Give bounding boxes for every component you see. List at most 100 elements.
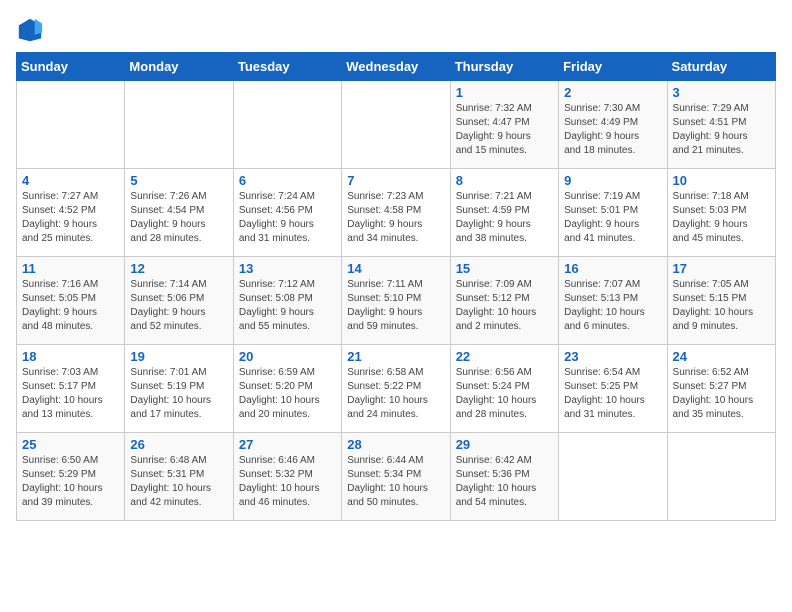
calendar-week-row: 25Sunrise: 6:50 AMSunset: 5:29 PMDayligh…: [17, 433, 776, 521]
calendar-cell: 11 Sunrise: 7:16 AMSunset: 5:05 PMDayligh…: [17, 257, 125, 345]
calendar-cell: 24 Sunrise: 6:52 AMSunset: 5:27 PMDayligh…: [667, 345, 775, 433]
day-info: Sunrise: 7:26 AMSunset: 4:54 PMDaylight:…: [130, 190, 227, 246]
day-number: 14: [347, 261, 444, 276]
day-info: Sunrise: 7:05 AMSunset: 5:15 PMDaylight:…: [673, 278, 770, 334]
day-of-week-header: Sunday: [17, 53, 125, 81]
calendar-week-row: 11 Sunrise: 7:16 AMSunset: 5:05 PMDayligh…: [17, 257, 776, 345]
calendar-cell: [559, 433, 667, 521]
day-info: Sunrise: 7:09 AMSunset: 5:12 PMDaylight:…: [456, 278, 553, 334]
day-info: Sunrise: 7:03 AMSunset: 5:17 PMDaylight:…: [22, 366, 119, 422]
calendar-cell: 5 Sunrise: 7:26 AMSunset: 4:54 PMDaylight…: [125, 169, 233, 257]
day-number: 23: [564, 349, 661, 364]
day-number: 16: [564, 261, 661, 276]
calendar-header: SundayMondayTuesdayWednesdayThursdayFrid…: [17, 53, 776, 81]
day-number: 25: [22, 437, 119, 452]
calendar-week-row: 4 Sunrise: 7:27 AMSunset: 4:52 PMDaylight…: [17, 169, 776, 257]
day-info: Sunrise: 7:14 AMSunset: 5:06 PMDaylight:…: [130, 278, 227, 334]
calendar-table: SundayMondayTuesdayWednesdayThursdayFrid…: [16, 52, 776, 521]
day-number: 17: [673, 261, 770, 276]
calendar-cell: 19Sunrise: 7:01 AMSunset: 5:19 PMDayligh…: [125, 345, 233, 433]
calendar-cell: 2Sunrise: 7:30 AMSunset: 4:49 PMDaylight…: [559, 81, 667, 169]
calendar-cell: 20 Sunrise: 6:59 AMSunset: 5:20 PMDayligh…: [233, 345, 341, 433]
calendar-cell: 13 Sunrise: 7:12 AMSunset: 5:08 PMDayligh…: [233, 257, 341, 345]
calendar-cell: 18 Sunrise: 7:03 AMSunset: 5:17 PMDayligh…: [17, 345, 125, 433]
day-number: 28: [347, 437, 444, 452]
calendar-cell: [667, 433, 775, 521]
day-number: 24: [673, 349, 770, 364]
day-number: 22: [456, 349, 553, 364]
day-info: Sunrise: 6:52 AMSunset: 5:27 PMDaylight:…: [673, 366, 770, 422]
calendar-cell: 8Sunrise: 7:21 AMSunset: 4:59 PMDaylight…: [450, 169, 558, 257]
day-number: 1: [456, 85, 553, 100]
day-of-week-header: Friday: [559, 53, 667, 81]
calendar-cell: 21 Sunrise: 6:58 AMSunset: 5:22 PMDayligh…: [342, 345, 450, 433]
calendar-week-row: 18 Sunrise: 7:03 AMSunset: 5:17 PMDayligh…: [17, 345, 776, 433]
day-number: 2: [564, 85, 661, 100]
day-of-week-header: Thursday: [450, 53, 558, 81]
day-info: Sunrise: 6:48 AMSunset: 5:31 PMDaylight:…: [130, 454, 227, 510]
day-of-week-header: Tuesday: [233, 53, 341, 81]
calendar-cell: 22 Sunrise: 6:56 AMSunset: 5:24 PMDayligh…: [450, 345, 558, 433]
calendar-cell: 3 Sunrise: 7:29 AMSunset: 4:51 PMDaylight…: [667, 81, 775, 169]
day-of-week-header: Wednesday: [342, 53, 450, 81]
day-number: 8: [456, 173, 553, 188]
calendar-cell: 23Sunrise: 6:54 AMSunset: 5:25 PMDayligh…: [559, 345, 667, 433]
day-info: Sunrise: 6:42 AMSunset: 5:36 PMDaylight:…: [456, 454, 553, 510]
day-number: 6: [239, 173, 336, 188]
logo-icon: [16, 16, 44, 44]
day-number: 11: [22, 261, 119, 276]
logo: [16, 16, 48, 44]
day-info: Sunrise: 7:18 AMSunset: 5:03 PMDaylight:…: [673, 190, 770, 246]
day-number: 12: [130, 261, 227, 276]
day-info: Sunrise: 7:23 AMSunset: 4:58 PMDaylight:…: [347, 190, 444, 246]
day-number: 9: [564, 173, 661, 188]
calendar-body: 1Sunrise: 7:32 AMSunset: 4:47 PMDaylight…: [17, 81, 776, 521]
day-info: Sunrise: 7:07 AMSunset: 5:13 PMDaylight:…: [564, 278, 661, 334]
calendar-week-row: 1Sunrise: 7:32 AMSunset: 4:47 PMDaylight…: [17, 81, 776, 169]
calendar-cell: 27 Sunrise: 6:46 AMSunset: 5:32 PMDayligh…: [233, 433, 341, 521]
calendar-cell: 9 Sunrise: 7:19 AMSunset: 5:01 PMDaylight…: [559, 169, 667, 257]
day-info: Sunrise: 6:46 AMSunset: 5:32 PMDaylight:…: [239, 454, 336, 510]
day-info: Sunrise: 7:16 AMSunset: 5:05 PMDaylight:…: [22, 278, 119, 334]
day-number: 4: [22, 173, 119, 188]
page-header: [16, 16, 776, 44]
day-info: Sunrise: 7:11 AMSunset: 5:10 PMDaylight:…: [347, 278, 444, 334]
calendar-cell: 29 Sunrise: 6:42 AMSunset: 5:36 PMDayligh…: [450, 433, 558, 521]
day-info: Sunrise: 7:19 AMSunset: 5:01 PMDaylight:…: [564, 190, 661, 246]
day-info: Sunrise: 6:56 AMSunset: 5:24 PMDaylight:…: [456, 366, 553, 422]
day-number: 20: [239, 349, 336, 364]
calendar-cell: 1Sunrise: 7:32 AMSunset: 4:47 PMDaylight…: [450, 81, 558, 169]
calendar-cell: [17, 81, 125, 169]
day-info: Sunrise: 6:59 AMSunset: 5:20 PMDaylight:…: [239, 366, 336, 422]
calendar-cell: 28Sunrise: 6:44 AMSunset: 5:34 PMDayligh…: [342, 433, 450, 521]
day-number: 5: [130, 173, 227, 188]
day-number: 19: [130, 349, 227, 364]
day-number: 13: [239, 261, 336, 276]
calendar-cell: 25Sunrise: 6:50 AMSunset: 5:29 PMDayligh…: [17, 433, 125, 521]
day-of-week-header: Saturday: [667, 53, 775, 81]
day-of-week-header: Monday: [125, 53, 233, 81]
day-number: 18: [22, 349, 119, 364]
day-info: Sunrise: 7:29 AMSunset: 4:51 PMDaylight:…: [673, 102, 770, 158]
day-number: 21: [347, 349, 444, 364]
day-info: Sunrise: 7:12 AMSunset: 5:08 PMDaylight:…: [239, 278, 336, 334]
calendar-cell: 12 Sunrise: 7:14 AMSunset: 5:06 PMDayligh…: [125, 257, 233, 345]
day-number: 3: [673, 85, 770, 100]
day-info: Sunrise: 7:27 AMSunset: 4:52 PMDaylight:…: [22, 190, 119, 246]
calendar-cell: 14 Sunrise: 7:11 AMSunset: 5:10 PMDayligh…: [342, 257, 450, 345]
day-info: Sunrise: 7:24 AMSunset: 4:56 PMDaylight:…: [239, 190, 336, 246]
calendar-cell: 15 Sunrise: 7:09 AMSunset: 5:12 PMDayligh…: [450, 257, 558, 345]
day-number: 15: [456, 261, 553, 276]
day-number: 26: [130, 437, 227, 452]
calendar-cell: 6 Sunrise: 7:24 AMSunset: 4:56 PMDaylight…: [233, 169, 341, 257]
day-number: 7: [347, 173, 444, 188]
day-number: 27: [239, 437, 336, 452]
calendar-cell: [233, 81, 341, 169]
calendar-cell: 7 Sunrise: 7:23 AMSunset: 4:58 PMDaylight…: [342, 169, 450, 257]
calendar-cell: [125, 81, 233, 169]
day-number: 29: [456, 437, 553, 452]
day-info: Sunrise: 6:58 AMSunset: 5:22 PMDaylight:…: [347, 366, 444, 422]
calendar-cell: 26 Sunrise: 6:48 AMSunset: 5:31 PMDayligh…: [125, 433, 233, 521]
calendar-cell: [342, 81, 450, 169]
calendar-cell: 17 Sunrise: 7:05 AMSunset: 5:15 PMDayligh…: [667, 257, 775, 345]
